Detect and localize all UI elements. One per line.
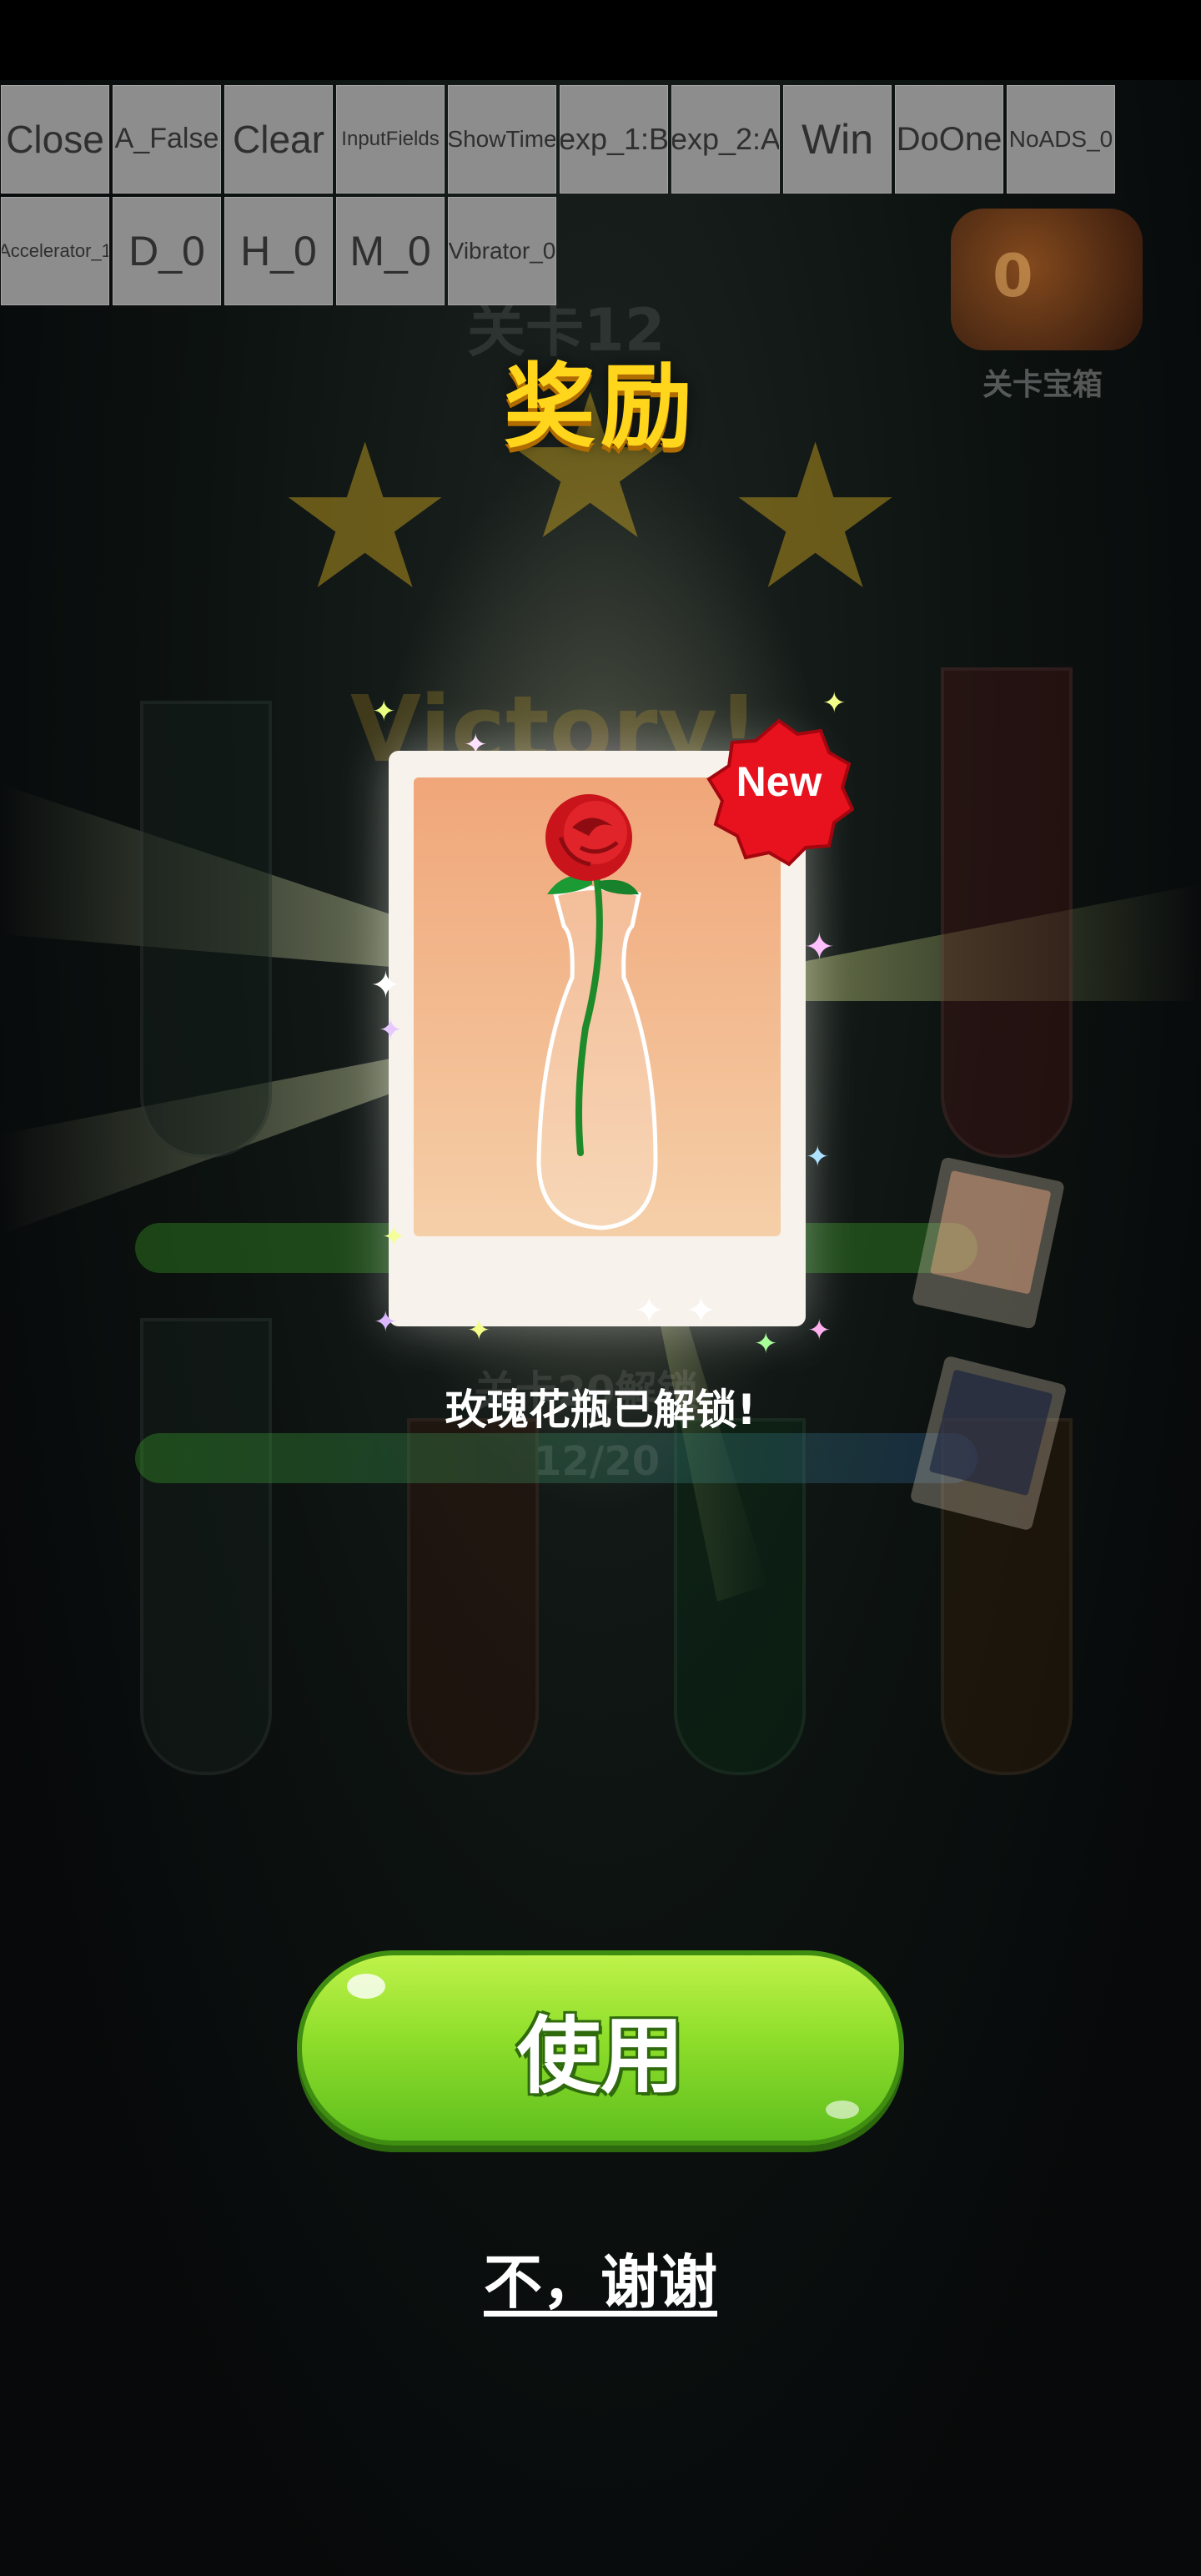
sparkle-icon: ✦ — [370, 964, 401, 1007]
sparkle-icon: ✦ — [467, 1314, 491, 1347]
sparkle-icon: ✦ — [804, 926, 835, 969]
bg-tube — [140, 701, 272, 1158]
level-chest-icon — [951, 209, 1143, 350]
debug-button-inputfields[interactable]: InputFields — [336, 85, 445, 194]
sparkle-icon: ✦ — [806, 1140, 830, 1174]
debug-button-h[interactable]: H_0 — [224, 197, 333, 305]
use-button-label: 使用 — [517, 2006, 684, 2105]
sparkle-icon: ✦ — [754, 1327, 778, 1361]
debug-button-a-false[interactable]: A_False — [113, 85, 221, 194]
debug-button-win[interactable]: Win — [783, 85, 892, 194]
bg-progress-value: 12/20 — [534, 1438, 661, 1485]
debug-button-exp-2[interactable]: exp_2:A — [671, 85, 780, 194]
bg-tube — [941, 667, 1073, 1158]
sparkle-icon: ✦ — [374, 1306, 398, 1339]
debug-button-vibrator[interactable]: Vibrator_0 — [448, 197, 556, 305]
new-badge-label: New — [736, 758, 822, 805]
status-bar — [0, 0, 1201, 80]
sparkle-icon: ✦ — [372, 695, 396, 728]
debug-button-close[interactable]: Close — [1, 85, 109, 194]
sparkle-icon: ✦ — [822, 687, 847, 720]
sparkle-icon: ✦ — [379, 1014, 403, 1047]
sparkle-icon: ✦ — [464, 728, 488, 762]
chest-count: 0 — [992, 242, 1033, 310]
debug-button-d[interactable]: D_0 — [113, 197, 221, 305]
debug-button-exp-1[interactable]: exp_1:B — [560, 85, 668, 194]
unlock-message: 玫瑰花瓶已解锁! — [445, 1386, 756, 1434]
debug-button-doone[interactable]: DoOne — [895, 85, 1003, 194]
sparkle-icon: ✦ — [686, 1290, 716, 1332]
debug-button-clear[interactable]: Clear — [224, 85, 333, 194]
sparkle-icon: ✦ — [634, 1290, 665, 1332]
sparkle-icon: ✦ — [382, 1220, 406, 1254]
sparkle-icon: ✦ — [807, 1314, 832, 1347]
debug-button-accelerator[interactable]: Accelerator_1 — [1, 197, 109, 305]
no-thanks-container: 不，谢谢 — [0, 2236, 1201, 2320]
debug-button-m[interactable]: M_0 — [336, 197, 445, 305]
debug-button-noads[interactable]: NoADS_0 — [1007, 85, 1115, 194]
use-button[interactable]: 使用 — [297, 1950, 904, 2146]
no-thanks-button[interactable]: 不，谢谢 — [484, 2248, 717, 2317]
debug-button-showtime[interactable]: ShowTime — [448, 85, 556, 194]
reward-title: 奖励 — [504, 354, 697, 460]
